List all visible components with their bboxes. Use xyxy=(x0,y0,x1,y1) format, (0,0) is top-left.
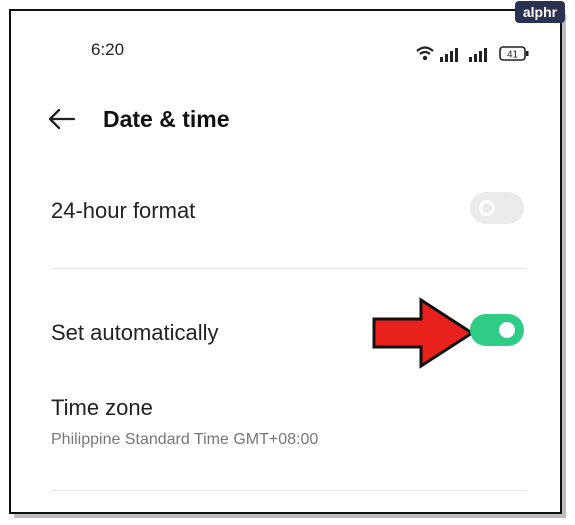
toggle-knob xyxy=(479,200,495,216)
setting-time-zone-label[interactable]: Time zone xyxy=(51,395,153,421)
status-icons: 41 xyxy=(415,43,545,65)
status-time: 6:20 xyxy=(91,40,125,59)
red-arrow-icon xyxy=(372,297,475,369)
battery-icon: 41 xyxy=(499,46,529,61)
24-hour-format-toggle[interactable] xyxy=(470,192,524,224)
setting-24-hour-format-label: 24-hour format xyxy=(51,198,196,223)
frame-shadow-bottom xyxy=(14,514,566,518)
alphr-logo: alphr xyxy=(515,1,565,23)
time-zone-value: Philippine Standard Time GMT+08:00 xyxy=(51,431,319,448)
toggle-knob xyxy=(499,322,515,338)
wifi-icon xyxy=(416,46,434,61)
signal-icon xyxy=(440,48,458,62)
setting-set-automatically-label: Set automatically xyxy=(51,320,219,345)
divider xyxy=(51,268,526,269)
frame-shadow-right xyxy=(562,14,566,517)
back-arrow-icon xyxy=(48,108,76,130)
back-button[interactable] xyxy=(47,107,79,131)
page-title: Date & time xyxy=(103,106,230,132)
divider xyxy=(51,490,526,491)
battery-level: 41 xyxy=(507,50,519,61)
signal-icon xyxy=(469,48,487,62)
phone-screen: 6:20 41 Date & time 24-hour format Set a… xyxy=(9,9,562,514)
set-automatically-toggle[interactable] xyxy=(470,314,524,346)
